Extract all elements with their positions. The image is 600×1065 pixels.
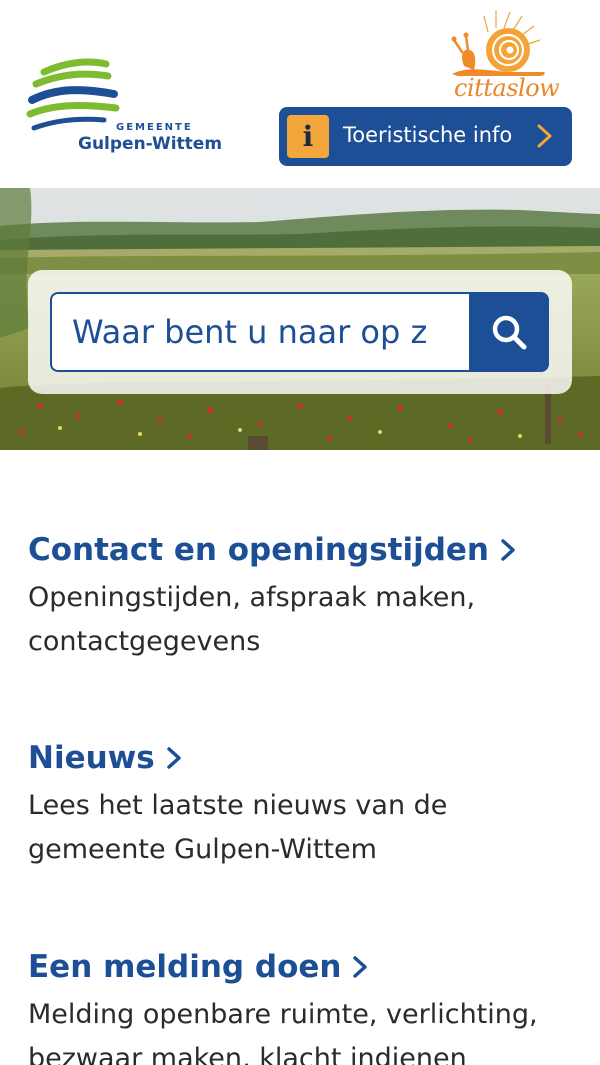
logo-waves-icon [26,58,120,131]
contact-link[interactable]: Contact en openingstijden [28,528,578,572]
search-button[interactable] [469,292,549,372]
info-icon: i [287,115,329,158]
site-header: GEMEENTE Gulpen-Wittem cittaslow i Toeri… [0,0,600,188]
chevron-right-icon [167,747,181,769]
search-input[interactable] [50,292,470,372]
tourist-info-label: Toeristische info [343,123,513,147]
gulpen-wittem-logo[interactable]: GEMEENTE Gulpen-Wittem [26,58,236,158]
report-link[interactable]: Een melding doen [28,945,578,989]
cittaslow-logo[interactable]: cittaslow [448,6,560,106]
list-item-report: Een melding doen Melding openbare ruimte… [28,945,578,1065]
report-description: Melding openbare ruimte, verlichting, be… [28,999,538,1065]
tourist-info-button[interactable]: i Toeristische info [279,107,572,166]
search-panel [28,270,572,394]
contact-link-label: Contact en openingstijden [28,532,490,568]
search-icon [492,315,527,350]
hero-landscape [0,188,600,450]
news-link-label: Nieuws [28,740,155,776]
chevron-right-icon [353,956,368,978]
logo-gemeente-label: GEMEENTE [116,122,193,133]
report-link-label: Een melding doen [28,949,342,985]
chevron-right-icon [537,124,552,148]
snail-icon [451,10,545,76]
contact-description: Openingstijden, afspraak maken, contactg… [28,582,476,657]
list-item-news: Nieuws Lees het laatste nieuws van de ge… [28,736,578,872]
list-item-contact: Contact en openingstijden Openingstijden… [28,528,578,664]
news-link[interactable]: Nieuws [28,736,578,780]
chevron-right-icon [501,539,515,561]
news-description: Lees het laatste nieuws van de gemeente … [28,790,448,865]
cittaslow-wordmark: cittaslow [454,74,560,102]
logo-municipality-name: Gulpen-Wittem [78,134,223,154]
